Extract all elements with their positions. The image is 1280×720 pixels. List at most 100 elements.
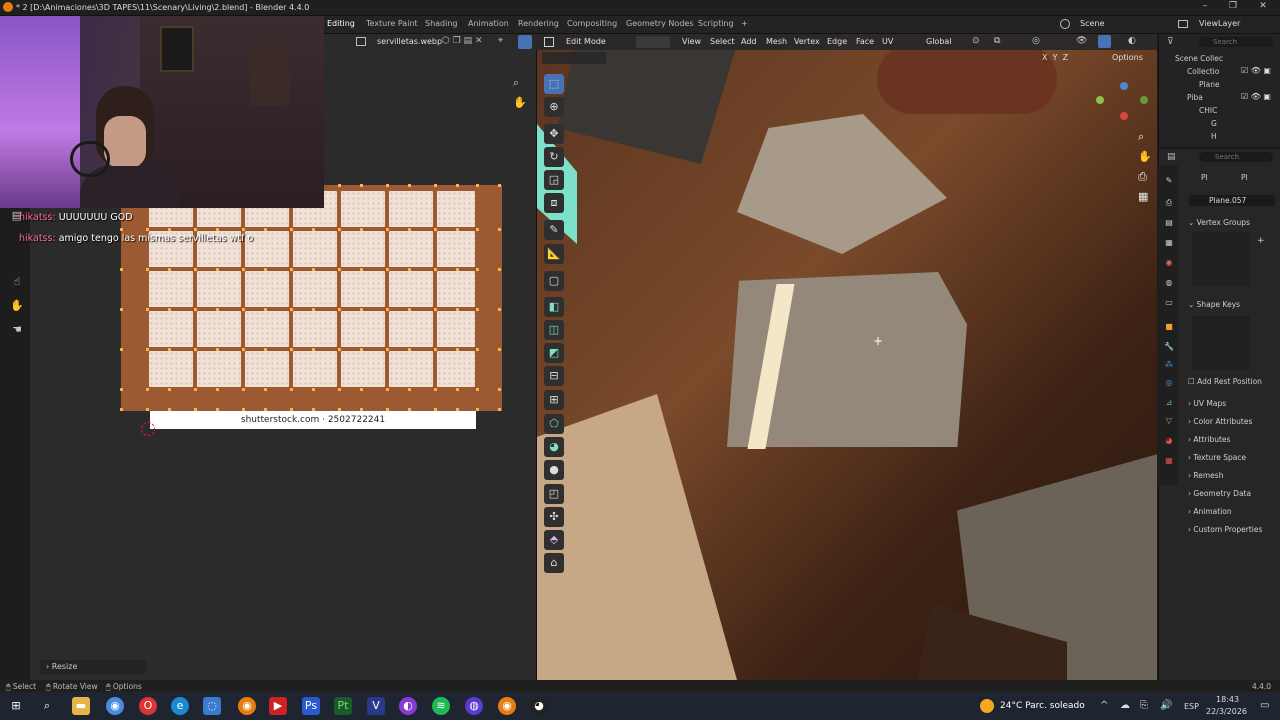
uv-vertex[interactable]: [264, 388, 267, 391]
uv-vertex[interactable]: [434, 308, 437, 311]
uv-vertex[interactable]: [146, 348, 149, 351]
uv-vertex[interactable]: [476, 228, 479, 231]
close-window-button[interactable]: ✕: [1250, 1, 1276, 15]
uv-vertex[interactable]: [456, 388, 459, 391]
inset-tool-icon[interactable]: ◫: [544, 320, 564, 340]
view-layer-tab-icon[interactable]: ▦: [1164, 238, 1174, 248]
panel-vertex-groups[interactable]: ⌄ Vertex Groups: [1188, 218, 1250, 227]
edge-icon[interactable]: e: [171, 697, 189, 715]
uv-vertex[interactable]: [360, 348, 363, 351]
maximize-button[interactable]: ❐: [1220, 1, 1246, 15]
3d-viewport[interactable]: +: [536, 34, 1157, 680]
uv-vertex[interactable]: [120, 388, 123, 391]
shrink-fatten-tool-icon[interactable]: ✣: [544, 507, 564, 527]
uv-vertex[interactable]: [312, 308, 315, 311]
measure-tool-icon[interactable]: 📐: [544, 244, 564, 264]
uv-vertex[interactable]: [216, 388, 219, 391]
uv-vertex[interactable]: [120, 268, 123, 271]
uv-vertex[interactable]: [476, 308, 479, 311]
uv-vertex[interactable]: [168, 348, 171, 351]
tab-texture-paint[interactable]: Texture Paint: [366, 19, 418, 28]
uv-vertex[interactable]: [386, 348, 389, 351]
app-icon[interactable]: ◐: [399, 697, 417, 715]
uv-vertex[interactable]: [242, 348, 245, 351]
uv-vertex[interactable]: [476, 408, 479, 411]
uv-vertex[interactable]: [360, 268, 363, 271]
material-tab-icon[interactable]: ◕: [1164, 436, 1174, 446]
uv-vertex[interactable]: [476, 388, 479, 391]
uv-vertex[interactable]: [338, 388, 341, 391]
photoshop-icon[interactable]: Ps: [302, 697, 320, 715]
uv-vertex[interactable]: [498, 228, 501, 231]
particles-tab-icon[interactable]: ⁂: [1164, 360, 1174, 370]
uv-vertex[interactable]: [360, 388, 363, 391]
select-box-tool-icon[interactable]: ⬚: [544, 74, 564, 94]
pt-icon[interactable]: Pt: [334, 697, 352, 715]
chrome-icon[interactable]: ◉: [106, 697, 124, 715]
image-browse-icons[interactable]: ⬡ ❐ ▤ ✕: [442, 36, 483, 46]
uv-vertex[interactable]: [386, 268, 389, 271]
blender-icon[interactable]: ◉: [238, 697, 256, 715]
menu-mesh[interactable]: Mesh: [766, 37, 787, 46]
network-icon[interactable]: ⎘: [1140, 700, 1148, 711]
gizmo-z-axis-icon[interactable]: [1120, 82, 1128, 90]
uv-vertex[interactable]: [290, 308, 293, 311]
uv-vertex[interactable]: [312, 388, 315, 391]
add-workspace-button[interactable]: +: [741, 19, 748, 28]
uv-vertex[interactable]: [456, 184, 459, 187]
uv-vertex[interactable]: [264, 268, 267, 271]
uv-vertex[interactable]: [408, 308, 411, 311]
uv-vertex[interactable]: [194, 268, 197, 271]
uv-vertex[interactable]: [194, 228, 197, 231]
uv-vertex[interactable]: [386, 308, 389, 311]
minimize-button[interactable]: –: [1192, 1, 1218, 15]
spin-tool-icon[interactable]: ◕: [544, 437, 564, 457]
scene-tab-icon[interactable]: ◉: [1164, 258, 1174, 268]
rotate-tool-icon[interactable]: ↻: [544, 147, 564, 167]
uv-vertex[interactable]: [290, 268, 293, 271]
uv-vertex[interactable]: [476, 184, 479, 187]
add-rest-position-checkbox[interactable]: ☐ Add Rest Position: [1188, 377, 1262, 386]
physics-tab-icon[interactable]: ◎: [1164, 378, 1174, 388]
blender-running-icon[interactable]: ◉: [498, 697, 516, 715]
uv-vertex[interactable]: [498, 388, 501, 391]
gizmo-toggle-icon[interactable]: [1098, 35, 1111, 48]
edge-slide-tool-icon[interactable]: ◰: [544, 484, 564, 504]
uv-vertex[interactable]: [498, 268, 501, 271]
opera-icon[interactable]: O: [139, 697, 157, 715]
select-mode-buttons[interactable]: [636, 36, 670, 48]
uv-vertex[interactable]: [476, 348, 479, 351]
properties-editor-icon[interactable]: ▤: [1167, 152, 1176, 162]
outliner-row[interactable]: G: [1211, 119, 1217, 128]
panel-remesh[interactable]: › Remesh: [1188, 471, 1223, 480]
snap-icon[interactable]: ⧉: [994, 36, 1000, 46]
uv-vertex[interactable]: [146, 228, 149, 231]
smooth-tool-icon[interactable]: ☚: [9, 322, 25, 338]
editor-type-icon[interactable]: [544, 37, 554, 47]
options-dropdown[interactable]: Options: [1112, 53, 1143, 62]
uv-vertex[interactable]: [434, 268, 437, 271]
uv-vertex[interactable]: [168, 268, 171, 271]
uv-vertex[interactable]: [456, 228, 459, 231]
menu-face[interactable]: Face: [856, 37, 874, 46]
uv-vertex[interactable]: [290, 228, 293, 231]
cursor-tool-icon[interactable]: ⊕: [544, 97, 564, 117]
v-app-icon[interactable]: V: [367, 697, 385, 715]
tray-chevron-icon[interactable]: ^: [1100, 700, 1108, 711]
mesh-name-field[interactable]: Plane.057: [1189, 195, 1275, 206]
weather-icon[interactable]: [980, 699, 994, 713]
constraints-tab-icon[interactable]: ⊿: [1164, 398, 1174, 408]
uv-vertex[interactable]: [120, 308, 123, 311]
uv-vertex[interactable]: [242, 308, 245, 311]
uv-vertex[interactable]: [264, 308, 267, 311]
view-layer-selector[interactable]: ViewLayer: [1199, 19, 1240, 28]
pan-hand-icon[interactable]: ✋: [1138, 150, 1152, 163]
camera-view-icon[interactable]: ⎙: [1138, 170, 1147, 184]
uv-vertex[interactable]: [434, 348, 437, 351]
zoom-icon[interactable]: ⌕: [513, 76, 519, 90]
uv-vertex[interactable]: [456, 308, 459, 311]
outliner[interactable]: ⊽ Search Scene Collec Collectio Plane Pi…: [1158, 34, 1280, 146]
uv-vertex[interactable]: [386, 388, 389, 391]
uv-vertex[interactable]: [312, 348, 315, 351]
world-tab-icon[interactable]: ◍: [1164, 278, 1174, 288]
